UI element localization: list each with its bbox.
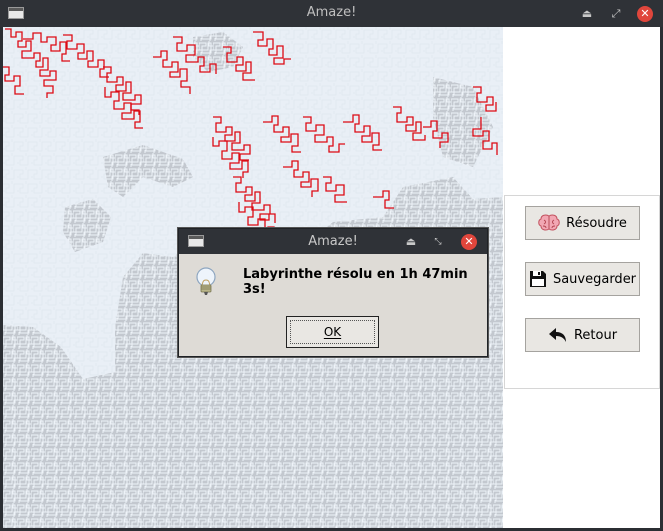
- dialog-shade-button[interactable]: ⏏: [403, 234, 419, 250]
- floppy-disk-icon: [529, 271, 546, 287]
- back-button-label: Retour: [573, 327, 618, 343]
- main-window: Amaze! ⏏ ⤢ ✕ Résoudre Sauvegarder Retour…: [0, 0, 663, 531]
- ok-button[interactable]: OK: [286, 316, 379, 348]
- maximize-button[interactable]: ⤢: [608, 6, 624, 22]
- result-dialog: Amaze! ⏏ ⤡ ✕ Labyrinthe résolu en 1h 47m…: [178, 228, 488, 357]
- save-button-label: Sauvegarder: [552, 271, 637, 287]
- back-button[interactable]: Retour: [525, 318, 640, 352]
- action-panel: Résoudre Sauvegarder Retour: [504, 195, 660, 389]
- dialog-title-bar[interactable]: Amaze! ⏏ ⤡ ✕: [179, 229, 487, 254]
- title-bar[interactable]: Amaze! ⏏ ⤢ ✕: [0, 0, 663, 27]
- save-button[interactable]: Sauvegarder: [525, 262, 640, 296]
- close-button[interactable]: ✕: [637, 6, 653, 22]
- lightbulb-icon: [196, 267, 216, 295]
- undo-arrow-icon: [548, 328, 566, 342]
- shade-button[interactable]: ⏏: [579, 6, 595, 22]
- solve-button[interactable]: Résoudre: [525, 206, 640, 240]
- ok-button-label: OK: [323, 325, 342, 339]
- brain-icon: [538, 214, 560, 231]
- sidebar: Résoudre Sauvegarder Retour: [503, 27, 660, 528]
- dialog-restore-button[interactable]: ⤡: [430, 234, 446, 250]
- solve-button-label: Résoudre: [566, 215, 627, 231]
- dialog-message: Labyrinthe résolu en 1h 47min 3s!: [243, 267, 468, 297]
- dialog-close-button[interactable]: ✕: [461, 234, 477, 250]
- window-title: Amaze!: [306, 5, 357, 20]
